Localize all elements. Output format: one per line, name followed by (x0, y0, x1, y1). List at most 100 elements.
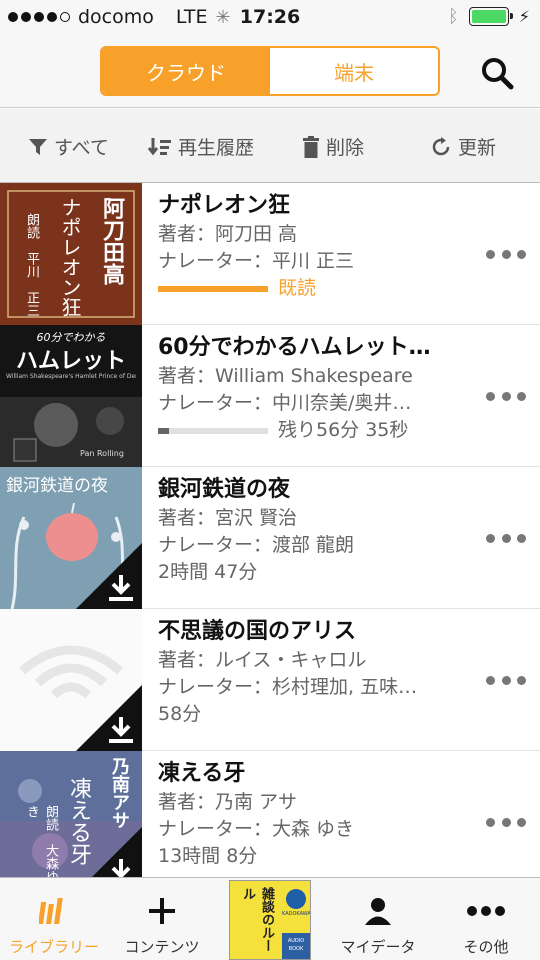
tab-more[interactable]: その他 (432, 878, 540, 960)
tab-bar: ライブラリー コンテンツ 雑談のルール KADOKAWA AUDIO BOOK … (0, 877, 540, 960)
filter-label: すべて (54, 137, 109, 159)
list-item[interactable]: 阿刀田高 ナポレオン狂 朗読 平川 正三 ナポレオン狂 著者：阿刀田 高 ナレー… (0, 183, 540, 325)
list-item[interactable]: 不思議の国のアリス 著者：ルイス・キャロル ナレーター：杉村理加, 五味… 58… (0, 609, 540, 751)
segment-cloud[interactable]: クラウド (102, 48, 270, 94)
battery-icon (468, 7, 513, 26)
book-duration: 13時間 8分 (158, 845, 258, 867)
book-list: 阿刀田高 ナポレオン狂 朗読 平川 正三 ナポレオン狂 著者：阿刀田 高 ナレー… (0, 183, 540, 877)
book-title: ナポレオン狂 (158, 193, 291, 218)
book-info: ナポレオン狂 著者：阿刀田 高 ナレーター：平川 正三 既読 (158, 191, 478, 302)
sort-button[interactable]: 再生履歴 (148, 133, 254, 160)
list-item[interactable]: 60分でわかる ハムレット William Shakespeare's Haml… (0, 325, 540, 467)
cover-author: 阿刀田高 (99, 197, 125, 285)
book-duration: 58分 (158, 703, 202, 725)
book-cover: 60分でわかる ハムレット William Shakespeare's Haml… (0, 325, 142, 467)
cover-publisher: Pan Rolling (80, 449, 124, 458)
person-icon (363, 894, 393, 928)
book-author: 著者：阿刀田 高 (158, 223, 298, 245)
refresh-button[interactable]: 更新 (430, 133, 496, 160)
book-title: 凍える牙 (158, 761, 246, 786)
nav-bar: クラウド 端末 (0, 36, 540, 108)
promo-publisher: KADOKAWA (282, 911, 311, 917)
download-icon (111, 859, 131, 877)
library-icon (39, 894, 69, 928)
book-narrator: ナレーター：大森 ゆき (158, 818, 355, 840)
more-icon (466, 894, 506, 928)
tab-mydata[interactable]: マイデータ (324, 878, 432, 960)
progress-fill (158, 285, 268, 292)
library-toolbar: すべて 再生履歴 削除 更新 (0, 109, 540, 183)
book-cover: 阿刀田高 ナポレオン狂 朗読 平川 正三 (0, 183, 142, 325)
search-button[interactable] (480, 56, 514, 90)
progress-bar (158, 285, 268, 292)
refresh-icon (432, 136, 450, 155)
more-options-button[interactable] (486, 807, 526, 837)
book-title: 60分でわかるハムレット… (158, 335, 431, 360)
book-author: 著者：William Shakespeare (158, 365, 413, 387)
sort-label: 再生履歴 (178, 137, 255, 159)
tab-mydata-label: マイデータ (340, 938, 416, 956)
status-bar: docomo LTE ✳ 17:26 ᛒ ⚡ (0, 0, 540, 36)
cover-narrator: 朗読 平川 正三 (24, 213, 39, 317)
cover-title: ハムレット (15, 348, 126, 374)
plus-icon (148, 894, 176, 928)
filter-button[interactable]: すべて (28, 133, 109, 160)
book-narrator: ナレーター：平川 正三 (158, 250, 355, 272)
more-options-button[interactable] (486, 665, 526, 695)
book-author: 著者：ルイス・キャロル (158, 649, 367, 671)
book-cover: 銀河鉄道の夜 (0, 467, 142, 609)
tab-contents-label: コンテンツ (124, 938, 200, 956)
book-info: 60分でわかるハムレット… 著者：William Shakespeare ナレー… (158, 333, 478, 444)
book-status-text: 既読 (278, 277, 317, 299)
promo-title: 雑談のルール (240, 887, 274, 952)
charging-icon: ⚡ (518, 7, 530, 26)
trash-icon (303, 135, 319, 158)
list-item[interactable]: 銀河鉄道の夜 銀河鉄道の夜 著者：宮沢 賢治 ナレーター：渡部 龍朗 2時間 4… (0, 467, 540, 609)
refresh-label: 更新 (458, 137, 497, 159)
tab-contents[interactable]: コンテンツ (108, 878, 216, 960)
promo-audiobook-label: AUDIO BOOK (282, 933, 310, 959)
sort-icon (148, 137, 171, 155)
cover-english-title: William Shakespeare's Hamlet Prince of D… (6, 373, 136, 380)
book-narrator: ナレーター：杉村理加, 五味… (158, 676, 418, 698)
download-icon (109, 575, 133, 601)
tab-more-label: その他 (463, 938, 509, 956)
book-duration: 2時間 47分 (158, 561, 258, 583)
source-segmented-control: クラウド 端末 (100, 46, 440, 96)
book-status-text: 残り56分 35秒 (278, 419, 409, 441)
download-icon (109, 717, 133, 743)
book-title: 銀河鉄道の夜 (158, 477, 291, 502)
more-options-button[interactable] (486, 523, 526, 553)
bluetooth-icon: ᛒ (447, 6, 459, 27)
book-status: 既読 (158, 275, 478, 302)
segment-device[interactable]: 端末 (270, 48, 438, 94)
cover-title: 銀河鉄道の夜 (6, 476, 108, 496)
book-author: 著者：宮沢 賢治 (158, 507, 298, 529)
book-info: 凍える牙 著者：乃南 アサ ナレーター：大森 ゆき 13時間 8分 (158, 759, 478, 870)
book-narrator: ナレーター：中川奈美/奥井… (158, 392, 412, 414)
cover-title: ナポレオン狂 (58, 197, 82, 317)
book-title: 不思議の国のアリス (158, 619, 357, 644)
tab-library-label: ライブラリー (8, 938, 99, 956)
status-right: ᛒ ⚡ (448, 6, 530, 27)
publisher-logo-icon (286, 889, 306, 909)
book-status: 残り56分 35秒 (158, 417, 478, 444)
more-options-button[interactable] (486, 239, 526, 269)
book-cover: 乃南アサ 凍える牙 朗読 大森ゆき (0, 751, 142, 877)
cover-author: 乃南アサ (109, 757, 130, 829)
promo-book-cover[interactable]: 雑談のルール KADOKAWA AUDIO BOOK (229, 880, 311, 960)
progress-bar (158, 427, 268, 434)
cover-narrator: 朗読 大森ゆき (24, 805, 58, 877)
delete-label: 削除 (326, 137, 365, 159)
progress-fill (158, 427, 169, 434)
tab-library[interactable]: ライブラリー (0, 878, 108, 960)
filter-icon (29, 138, 47, 155)
book-info: 不思議の国のアリス 著者：ルイス・キャロル ナレーター：杉村理加, 五味… 58… (158, 617, 478, 728)
search-icon (482, 58, 514, 90)
book-author: 著者：乃南 アサ (158, 791, 298, 813)
delete-button[interactable]: 削除 (302, 133, 364, 160)
more-options-button[interactable] (486, 381, 526, 411)
book-narrator: ナレーター：渡部 龍朗 (158, 534, 355, 556)
book-cover (0, 609, 142, 751)
list-item[interactable]: 乃南アサ 凍える牙 朗読 大森ゆき 凍える牙 著者：乃南 アサ ナレーター：大森… (0, 751, 540, 877)
